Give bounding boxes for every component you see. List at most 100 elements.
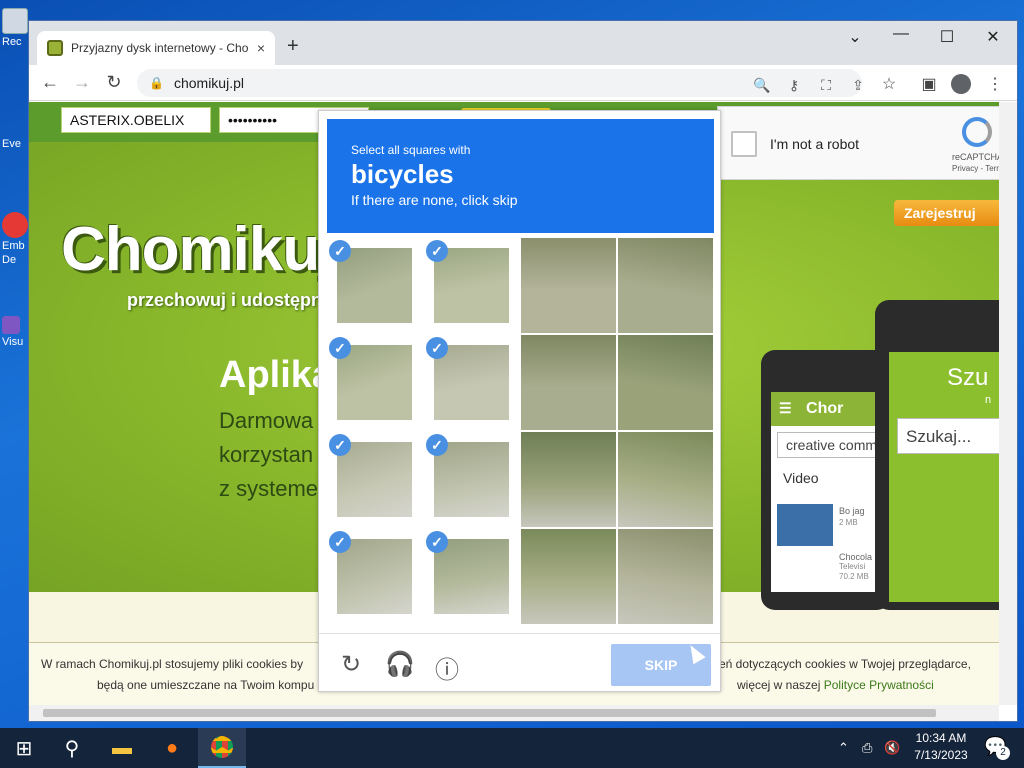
app-heading: Aplika [219, 354, 334, 396]
minimize-icon[interactable]: — [889, 25, 913, 43]
phone-item-meta: 70.2 MB [839, 572, 869, 581]
captcha-tile[interactable] [618, 335, 713, 430]
translate-icon[interactable]: ⛶ [817, 77, 835, 94]
search-icon[interactable]: ⚲ [48, 728, 96, 768]
side-panel-icon[interactable]: ▣ [919, 74, 939, 94]
desktop-icon-label: Rec [2, 36, 22, 48]
captcha-tile[interactable]: ✓ [327, 529, 422, 624]
captcha-tile-image [337, 539, 412, 614]
captcha-tile[interactable]: ✓ [327, 432, 422, 527]
start-button[interactable]: ⊞ [0, 728, 48, 768]
recaptcha-privacy-links[interactable]: Privacy - Term [952, 164, 1003, 173]
share-icon[interactable]: ⇪ [849, 77, 867, 94]
bookmark-star-icon[interactable]: ☆ [879, 74, 899, 94]
profile-avatar-icon[interactable] [951, 74, 971, 94]
taskbar: ⊞ ⚲ ▬ ● ⌃ ⎙ 🔇 10:34 AM 7/13/2023 💬 2 [0, 728, 1024, 768]
browser-toolbar: ← → ↻ 🔒 chomikuj.pl 🔍 ⚷ ⛶ ⇪ ☆ ▣ ⋮ [29, 65, 1017, 101]
tab-title: Przyjazny dysk internetowy - Cho [71, 41, 249, 55]
key-icon[interactable]: ⚷ [785, 77, 803, 94]
desktop-icon-label: Visu [2, 336, 24, 348]
recycle-bin-icon [2, 8, 28, 34]
clock-date: 7/13/2023 [914, 748, 968, 762]
phone-item-meta: 2 MB [839, 518, 858, 527]
app-shortcut-icon [2, 212, 28, 238]
horizontal-scrollbar[interactable] [29, 705, 999, 721]
volume-muted-icon[interactable]: 🔇 [884, 740, 900, 756]
captcha-tile[interactable] [521, 432, 616, 527]
hamburger-icon: ☰ [779, 400, 792, 416]
tile-selected-check-icon: ✓ [329, 434, 351, 456]
captcha-tile[interactable] [618, 529, 713, 624]
challenge-header: Select all squares with bicycles If ther… [327, 119, 714, 233]
site-logo[interactable]: Chomikuj. [61, 214, 353, 285]
network-icon[interactable]: ⎙ [862, 740, 872, 756]
zoom-search-icon[interactable]: 🔍 [753, 77, 771, 94]
captcha-tile[interactable] [618, 432, 713, 527]
browser-tab-active[interactable]: Przyjazny dysk internetowy - Cho × [37, 31, 275, 65]
tile-selected-check-icon: ✓ [426, 531, 448, 553]
recaptcha-brand: reCAPTCHA [952, 152, 1004, 162]
back-icon[interactable]: ← [39, 72, 61, 93]
maximize-icon[interactable]: ☐ [935, 27, 959, 47]
taskbar-clock[interactable]: 10:34 AM 7/13/2023 [906, 730, 976, 764]
lock-icon: 🔒 [149, 76, 164, 90]
tile-selected-check-icon: ✓ [329, 531, 351, 553]
captcha-tile-image [521, 335, 616, 430]
phone-item-title: Chocola [839, 552, 873, 562]
tab-bar: Przyjazny dysk internetowy - Cho × + ⌄ —… [29, 21, 1017, 65]
close-window-icon[interactable]: ✕ [981, 27, 1005, 47]
firefox-icon[interactable]: ● [148, 728, 196, 768]
captcha-tile[interactable] [521, 335, 616, 430]
captcha-tile[interactable]: ✓ [424, 529, 519, 624]
tray-chevron-icon[interactable]: ⌃ [838, 740, 849, 756]
captcha-tile-image [434, 539, 509, 614]
chrome-icon[interactable] [198, 728, 246, 768]
reload-challenge-icon[interactable]: ↻ [337, 650, 365, 679]
desktop-icon-recycle-bin[interactable]: Rec [2, 8, 30, 48]
login-input[interactable]: ASTERIX.OBELIX [61, 107, 211, 133]
captcha-tile[interactable] [618, 238, 713, 333]
phone-mockup-right: Szu n Szukaj... [875, 300, 999, 610]
captcha-tile[interactable] [521, 238, 616, 333]
challenge-keyword: bicycles [351, 159, 454, 189]
desktop-icon-label: De [2, 254, 17, 266]
desktop-icon-label: Emb [2, 240, 25, 252]
recaptcha-checkbox[interactable] [731, 131, 757, 157]
info-icon[interactable]: ⓘ [433, 650, 461, 685]
new-tab-button[interactable]: + [287, 35, 299, 58]
captcha-tile-image [618, 238, 713, 333]
tile-selected-check-icon: ✓ [329, 337, 351, 359]
captcha-tile-image [521, 238, 616, 333]
forward-icon[interactable]: → [71, 72, 93, 93]
privacy-policy-link[interactable]: Polityce Prywatności [824, 678, 934, 692]
phone-mockup-left: ☰ Chor creative comm Video Bo jag 2 MB C… [761, 350, 891, 610]
app-shortcut-icon [2, 316, 20, 334]
captcha-tile[interactable]: ✓ [327, 335, 422, 430]
notification-count-badge: 2 [996, 746, 1010, 760]
captcha-tile-image [434, 442, 509, 517]
recaptcha-label: I'm not a robot [770, 136, 860, 152]
captcha-tile-image [337, 345, 412, 420]
recaptcha-widget: I'm not a robot reCAPTCHA Privacy - Term [717, 106, 1017, 180]
captcha-tile[interactable] [521, 529, 616, 624]
captcha-tile[interactable]: ✓ [424, 238, 519, 333]
menu-kebab-icon[interactable]: ⋮ [985, 74, 1005, 94]
file-explorer-icon[interactable]: ▬ [98, 728, 146, 768]
site-tagline: przechowuj i udostępni [127, 290, 328, 310]
audio-challenge-icon[interactable]: 🎧 [385, 650, 415, 679]
chrome-logo-icon [211, 736, 233, 758]
reload-icon[interactable]: ↻ [103, 72, 125, 93]
desktop-icon-eve[interactable]: Eve [2, 136, 30, 150]
register-button[interactable]: Zarejestruj [894, 200, 999, 226]
captcha-tile[interactable]: ✓ [327, 238, 422, 333]
url-text: chomikuj.pl [173, 75, 244, 91]
captcha-tile[interactable]: ✓ [424, 432, 519, 527]
captcha-tile-image [618, 529, 713, 624]
horizontal-scrollbar-thumb[interactable] [43, 709, 936, 717]
vertical-scrollbar[interactable] [999, 102, 1017, 705]
close-tab-icon[interactable]: × [257, 40, 265, 56]
desktop-icon-visu[interactable]: Visu [2, 316, 30, 348]
captcha-tile[interactable]: ✓ [424, 335, 519, 430]
tab-search-icon[interactable]: ⌄ [843, 27, 867, 47]
desktop-icon-emb[interactable]: Emb De [2, 212, 30, 266]
